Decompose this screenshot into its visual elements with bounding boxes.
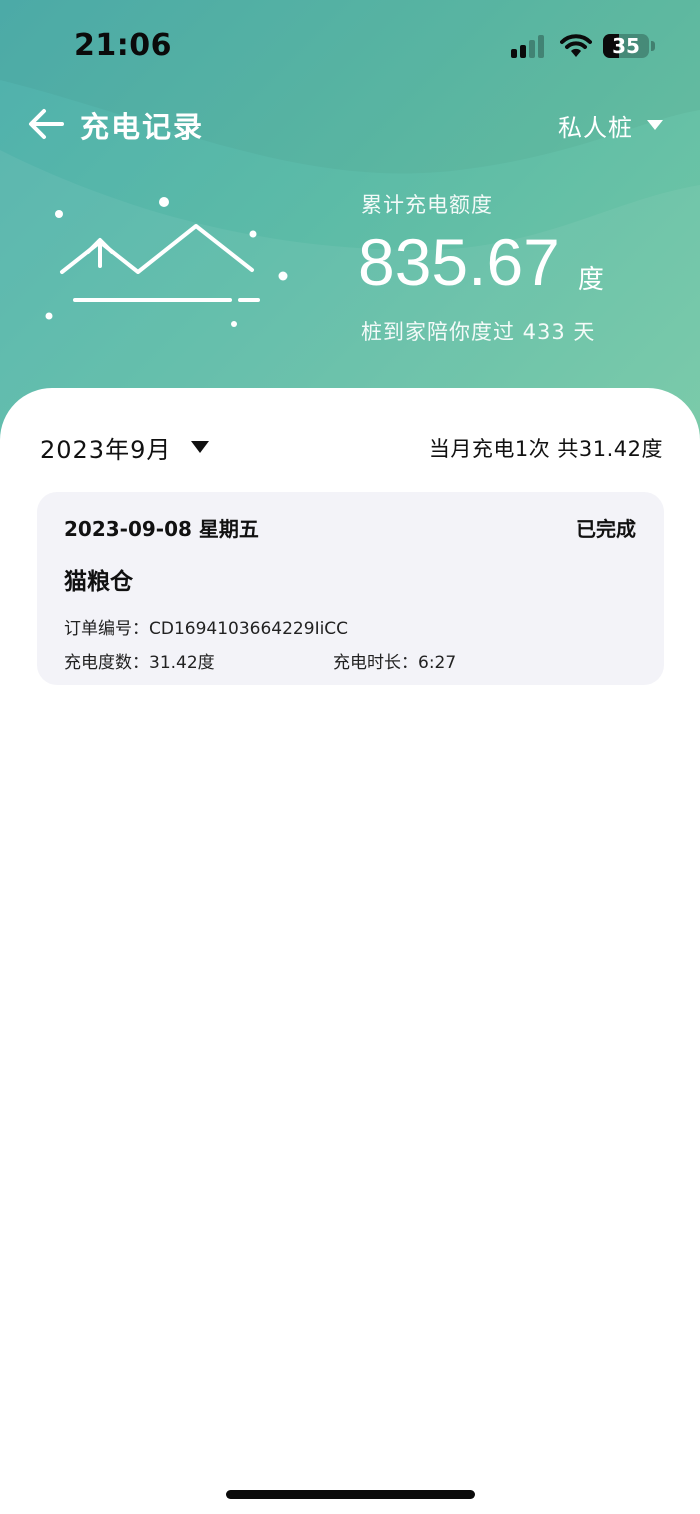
charging-record-card[interactable]: 2023-09-08 星期五 已完成 猫粮仓 订单编号：CD1694103664… [37, 492, 664, 685]
energy-chart-illustration [45, 197, 288, 327]
home-indicator[interactable] [226, 1490, 475, 1499]
page-title: 充电记录 [80, 110, 205, 144]
cellular-signal-icon [511, 35, 544, 58]
battery-level: 35 [612, 34, 640, 58]
total-energy-unit: 度 [577, 265, 604, 295]
record-status: 已完成 [576, 517, 636, 541]
pile-type-label: 私人桩 [558, 113, 633, 142]
wifi-icon [560, 34, 592, 57]
month-label: 2023年9月 [40, 435, 172, 464]
total-energy-value: 835.67 [358, 225, 560, 299]
total-energy-row: 835.67 度 [358, 222, 604, 302]
month-selector[interactable]: 2023年9月 [40, 430, 210, 464]
arrow-left-icon[interactable] [26, 104, 66, 144]
record-station-name: 猫粮仓 [64, 569, 133, 595]
record-order-number: 订单编号：CD1694103664229IiCC [64, 619, 349, 639]
caret-down-icon [647, 120, 663, 130]
battery-indicator: 35 [603, 34, 649, 58]
status-bar: 21:06 35 [0, 0, 700, 92]
record-date: 2023-09-08 星期五 [64, 517, 259, 541]
days-together-text: 桩到家陪你度过 433 天 [361, 320, 596, 344]
record-energy: 充电度数：31.42度 [64, 653, 215, 673]
month-summary: 当月充电1次 共31.42度 [428, 437, 663, 461]
caret-down-icon [191, 441, 210, 453]
battery-tip [651, 41, 655, 51]
total-energy-label: 累计充电额度 [361, 193, 493, 217]
pile-type-selector[interactable]: 私人桩 [558, 108, 663, 142]
status-time: 21:06 [74, 28, 172, 63]
record-duration: 充电时长：6:27 [333, 653, 457, 673]
